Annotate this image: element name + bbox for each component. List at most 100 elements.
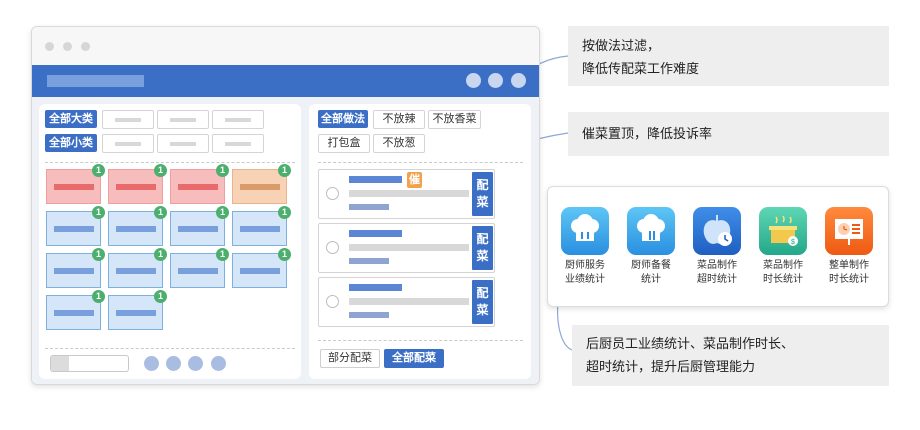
order-item[interactable]: 催 配菜 <box>318 169 495 219</box>
method-tag-no-spicy[interactable]: 不放辣 <box>373 110 425 129</box>
app-header <box>32 65 539 97</box>
dish-card[interactable]: 1 <box>232 164 291 204</box>
dish-name-placeholder <box>239 226 280 232</box>
pager-dot[interactable] <box>188 356 203 371</box>
divider <box>45 348 295 349</box>
quantity-badge: 1 <box>92 206 105 219</box>
dish-name-placeholder <box>239 268 280 274</box>
dish-name-placeholder <box>239 184 280 190</box>
quantity-badge: 1 <box>216 206 229 219</box>
header-title-placeholder <box>47 75 144 87</box>
stat-chef-prep[interactable]: 厨师备餐 统计 <box>621 207 681 287</box>
dish-panel: 全部大类 全部小类 1 1 1 1 1 1 1 1 1 1 1 1 1 1 <box>39 104 301 379</box>
quantity-badge: 1 <box>92 164 105 177</box>
method-tag-no-cilantro[interactable]: 不放香菜 <box>428 110 481 129</box>
pot-timer-icon: $ <box>759 207 807 255</box>
stat-label: 统计 <box>641 274 661 285</box>
stat-label: 厨师服务 <box>565 260 605 271</box>
order-title-placeholder <box>349 284 402 291</box>
dish-card[interactable]: 1 <box>46 206 105 246</box>
callout-stats-line1: 后厨员工业绩统计、菜品制作时长、 <box>586 336 795 351</box>
callout-rush-text: 催菜置顶，降低投诉率 <box>582 126 713 141</box>
quantity-badge: 1 <box>216 248 229 261</box>
assign-button[interactable]: 配菜 <box>472 172 493 216</box>
divider <box>318 162 523 163</box>
assign-button[interactable]: 配菜 <box>472 280 493 324</box>
dish-card[interactable]: 1 <box>232 248 291 288</box>
quantity-badge: 1 <box>154 206 167 219</box>
stat-label: 业绩统计 <box>565 274 605 285</box>
order-title-placeholder <box>349 230 402 237</box>
board-clock-icon <box>825 207 873 255</box>
pager-dot[interactable] <box>144 356 159 371</box>
stats-panel: 厨师服务业绩统计 厨师备餐 统计 菜品制作超时统计 $ 菜品制作时长统计 整单制作… <box>547 186 889 307</box>
header-action-circle[interactable] <box>488 73 503 88</box>
dish-name-placeholder <box>115 226 156 232</box>
assign-button[interactable]: 配菜 <box>472 226 493 270</box>
subcategory-tag[interactable] <box>212 134 264 153</box>
stat-label: 时长统计 <box>829 274 869 285</box>
stat-label: 整单制作 <box>829 260 869 271</box>
dish-card[interactable]: 1 <box>46 248 105 288</box>
divider <box>318 340 523 341</box>
dish-name-placeholder <box>53 184 94 190</box>
dish-card[interactable]: 1 <box>170 164 229 204</box>
order-radio[interactable] <box>326 241 339 254</box>
stat-dish-overtime[interactable]: 菜品制作 超时统计 <box>687 207 747 287</box>
pager-dot[interactable] <box>166 356 181 371</box>
subcategory-tag[interactable] <box>157 134 209 153</box>
category-tag[interactable] <box>212 110 264 129</box>
order-radio[interactable] <box>326 187 339 200</box>
category-tag[interactable] <box>102 110 154 129</box>
dish-card[interactable]: 1 <box>46 290 105 330</box>
chef-utensils-icon <box>627 207 675 255</box>
quantity-badge: 1 <box>154 164 167 177</box>
order-sub-placeholder <box>349 258 389 264</box>
pager-dot[interactable] <box>211 356 226 371</box>
order-title-placeholder <box>349 176 402 183</box>
method-tag-no-scallion[interactable]: 不放葱 <box>373 134 425 153</box>
header-action-circle[interactable] <box>511 73 526 88</box>
order-line-placeholder <box>349 244 469 251</box>
callout-filter-line1: 按做法过滤， <box>582 38 661 53</box>
stat-label: 菜品制作 <box>763 260 803 271</box>
method-tag-takeout-box[interactable]: 打包盒 <box>318 134 370 153</box>
dish-card[interactable]: 1 <box>108 206 167 246</box>
dish-card[interactable]: 1 <box>108 290 167 330</box>
header-action-circle[interactable] <box>466 73 481 88</box>
stat-label: 超时统计 <box>697 274 737 285</box>
order-item[interactable]: 配菜 <box>318 223 495 273</box>
stat-dish-duration[interactable]: $ 菜品制作时长统计 <box>753 207 813 287</box>
quantity-badge: 1 <box>216 164 229 177</box>
dish-name-placeholder <box>177 226 218 232</box>
stat-label: 时长统计 <box>763 274 803 285</box>
stat-chef-service[interactable]: 厨师服务 业绩统计 <box>555 207 615 287</box>
subcategory-tag[interactable] <box>102 134 154 153</box>
category-all-tag[interactable]: 全部大类 <box>45 110 97 128</box>
assign-all-button[interactable]: 全部配菜 <box>384 349 444 368</box>
quantity-badge: 1 <box>92 290 105 303</box>
stat-label: 菜品制作 <box>697 260 737 271</box>
app-content: 全部大类 全部小类 1 1 1 1 1 1 1 1 1 1 1 1 1 1 全部做法 不放辣 不放香菜 打… <box>32 97 539 384</box>
quantity-badge: 1 <box>154 248 167 261</box>
stat-order-duration[interactable]: 整单制作 时长统计 <box>819 207 879 287</box>
method-all-tag[interactable]: 全部做法 <box>318 110 368 128</box>
dish-name-placeholder <box>115 184 156 190</box>
dish-card[interactable]: 1 <box>232 206 291 246</box>
dish-card[interactable]: 1 <box>170 206 229 246</box>
dish-card[interactable]: 1 <box>46 164 105 204</box>
quantity-badge: 1 <box>278 248 291 261</box>
quantity-badge: 1 <box>278 206 291 219</box>
partial-assign-button[interactable]: 部分配菜 <box>320 349 380 368</box>
dish-card[interactable]: 1 <box>108 164 167 204</box>
dish-name-placeholder <box>53 226 94 232</box>
order-item[interactable]: 配菜 <box>318 277 495 327</box>
dish-card[interactable]: 1 <box>170 248 229 288</box>
dish-name-placeholder <box>115 268 156 274</box>
order-radio[interactable] <box>326 295 339 308</box>
pager-input[interactable] <box>50 355 129 372</box>
category-tag[interactable] <box>157 110 209 129</box>
subcategory-all-tag[interactable]: 全部小类 <box>45 134 97 152</box>
callout-stats-line2: 超时统计，提升后厨管理能力 <box>586 359 756 374</box>
dish-card[interactable]: 1 <box>108 248 167 288</box>
